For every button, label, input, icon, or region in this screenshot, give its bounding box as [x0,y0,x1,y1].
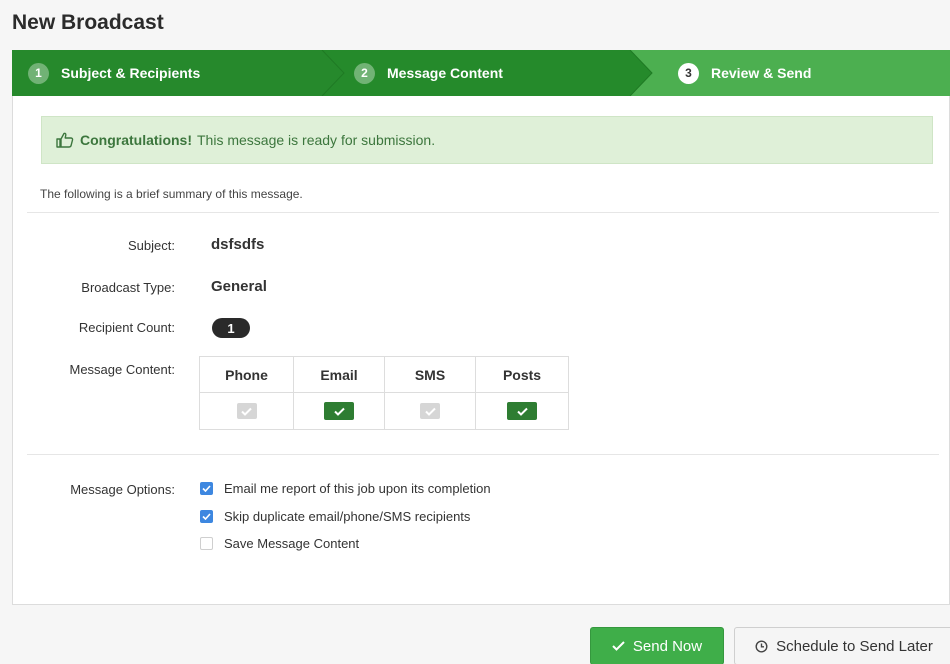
option-email-report[interactable]: Email me report of this job upon its com… [200,481,491,496]
cell-sms [384,392,476,430]
check-icon [236,403,257,420]
option-save-content[interactable]: Save Message Content [200,536,359,551]
step-label: Subject & Recipients [61,65,201,81]
alert-strong: Congratulations! [80,132,192,148]
column-sms: SMS [384,356,476,393]
schedule-label: Schedule to Send Later [776,637,933,655]
clock-icon [755,639,768,653]
check-icon [507,402,537,420]
wizard-step-subject[interactable]: 1 Subject & Recipients [28,50,200,96]
recipient-count-badge: 1 [212,318,250,338]
column-phone: Phone [199,356,294,393]
summary-intro: The following is a brief summary of this… [40,187,303,201]
step-number: 1 [28,62,49,84]
send-now-label: Send Now [632,637,703,655]
divider [27,212,939,213]
step-label: Message Content [387,65,503,81]
column-email: Email [293,356,385,393]
page-title: New Broadcast [12,11,164,34]
column-posts: Posts [475,356,569,393]
wizard-steps: 1 Subject & Recipients 2 Message Content… [12,50,950,96]
option-label: Email me report of this job upon its com… [224,481,491,496]
review-panel: Congratulations! This message is ready f… [12,96,950,605]
check-icon [612,641,625,651]
message-content-label: Message Content: [69,362,175,377]
send-now-button[interactable]: Send Now [590,627,724,664]
option-label: Skip duplicate email/phone/SMS recipient… [224,509,471,524]
recipient-count-label: Recipient Count: [78,320,175,335]
checkbox-unchecked[interactable] [200,537,213,550]
subject-label: Subject: [128,238,175,253]
option-skip-duplicates[interactable]: Skip duplicate email/phone/SMS recipient… [200,509,470,524]
message-content-table: Phone Email SMS Posts [199,356,569,430]
schedule-send-later-button[interactable]: Schedule to Send Later [734,627,950,664]
subject-value: dsfsdfs [211,236,265,253]
step-label: Review & Send [711,65,812,81]
cell-phone [199,392,294,430]
check-icon [324,402,354,420]
cell-posts [475,392,569,430]
success-alert: Congratulations! This message is ready f… [41,116,933,164]
broadcast-type-value: General [211,278,267,295]
checkbox-checked[interactable] [200,482,213,495]
option-label: Save Message Content [224,536,360,551]
wizard-step-review[interactable]: 3 Review & Send [678,50,811,96]
check-icon [420,403,440,420]
step-number: 3 [678,62,699,84]
step-number: 2 [354,62,375,84]
divider [27,454,939,455]
thumbs-up-icon [56,132,74,148]
wizard-step-content[interactable]: 2 Message Content [354,50,503,96]
cell-email [293,392,385,430]
checkbox-checked[interactable] [200,510,213,523]
message-options-label: Message Options: [70,482,175,497]
broadcast-type-label: Broadcast Type: [81,280,175,295]
alert-text: This message is ready for submission. [197,132,436,148]
